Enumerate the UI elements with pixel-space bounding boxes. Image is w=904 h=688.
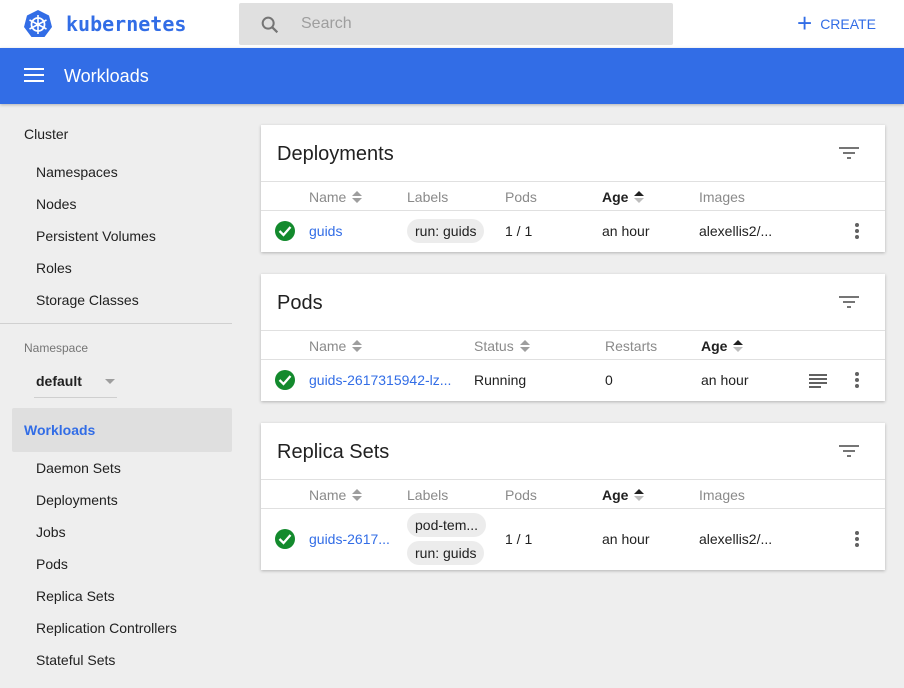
sidebar-divider <box>0 323 232 324</box>
age: an hour <box>602 223 650 239</box>
namespace-select[interactable]: default <box>34 368 117 398</box>
filter-icon[interactable] <box>839 443 859 459</box>
sort-ascending-icon[interactable] <box>634 190 645 204</box>
sort-icon[interactable] <box>519 339 530 353</box>
create-button[interactable]: + CREATE <box>797 8 876 38</box>
sidebar-item-deployments[interactable]: Deployments <box>36 492 118 508</box>
sort-ascending-icon[interactable] <box>634 488 645 502</box>
brand-name[interactable]: kubernetes <box>66 12 186 36</box>
column-header-labels: Labels <box>407 189 449 205</box>
column-header-name[interactable]: Name <box>309 487 363 503</box>
column-header-age[interactable]: Age <box>701 338 744 354</box>
column-header-name[interactable]: Name <box>309 189 363 205</box>
logs-icon[interactable] <box>809 374 827 388</box>
table-row: guids run: guids 1 / 1 an hour alexellis… <box>261 211 885 252</box>
page-title: Workloads <box>64 66 149 86</box>
pod-name-link[interactable]: guids-2617315942-lz... <box>309 372 451 388</box>
dropdown-caret-icon <box>105 379 115 384</box>
column-header-images: Images <box>699 487 745 503</box>
replica-sets-card: Replica Sets Name Labels Pods Age Images… <box>261 423 885 570</box>
label-chip: pod-tem... <box>407 513 487 537</box>
sidebar-item-replica-sets[interactable]: Replica Sets <box>36 588 115 604</box>
column-header-pods: Pods <box>505 189 537 205</box>
sidebar-item-namespaces[interactable]: Namespaces <box>36 164 118 180</box>
card-title: Replica Sets <box>277 441 390 463</box>
sort-ascending-icon[interactable] <box>733 339 744 353</box>
sidebar-item-roles[interactable]: Roles <box>36 260 72 276</box>
label-chip: run: guids <box>407 541 485 565</box>
sidebar: Cluster Namespaces Nodes Persistent Volu… <box>0 104 240 688</box>
sidebar-item-workloads[interactable]: Workloads <box>12 408 232 452</box>
plus-icon: + <box>797 8 813 38</box>
column-header-name[interactable]: Name <box>309 338 363 354</box>
namespace-label: Namespace <box>24 341 89 355</box>
success-check-icon <box>275 370 295 390</box>
table-row: guids-2617... pod-tem... run: guids 1 / … <box>261 509 885 570</box>
deployment-name-link[interactable]: guids <box>309 223 342 239</box>
table-row: guids-2617315942-lz... Running 0 an hour <box>261 360 885 401</box>
column-header-age[interactable]: Age <box>602 487 645 503</box>
hamburger-menu-icon[interactable] <box>24 68 44 84</box>
table-header: Name Labels Pods Age Images <box>261 479 885 509</box>
sidebar-item-replication-controllers[interactable]: Replication Controllers <box>36 620 177 636</box>
sort-icon[interactable] <box>352 339 363 353</box>
success-check-icon <box>275 529 295 549</box>
pod-status: Running <box>474 372 527 388</box>
column-header-labels: Labels <box>407 487 449 503</box>
search-icon <box>261 16 279 34</box>
more-actions-icon[interactable] <box>853 372 861 390</box>
sidebar-item-jobs[interactable]: Jobs <box>36 524 66 540</box>
label-chip: run: guids <box>407 219 485 243</box>
more-actions-icon[interactable] <box>853 223 861 241</box>
images: alexellis2/... <box>699 223 773 239</box>
column-header-images: Images <box>699 189 745 205</box>
card-title: Deployments <box>277 143 394 165</box>
images: alexellis2/... <box>699 531 773 547</box>
top-bar: kubernetes + CREATE <box>0 0 904 48</box>
pods-card: Pods Name Status Restarts Age guids-2617… <box>261 274 885 401</box>
sidebar-item-workloads-label: Workloads <box>24 422 96 438</box>
filter-icon[interactable] <box>839 294 859 310</box>
restarts: 0 <box>605 372 613 388</box>
title-bar: Workloads <box>0 48 904 104</box>
sidebar-item-daemon-sets[interactable]: Daemon Sets <box>36 460 121 476</box>
sidebar-item-pods[interactable]: Pods <box>36 556 68 572</box>
pods-count: 1 / 1 <box>505 223 533 239</box>
namespace-value: default <box>36 373 82 389</box>
success-check-icon <box>275 221 295 241</box>
sidebar-item-nodes[interactable]: Nodes <box>36 196 76 212</box>
age: an hour <box>701 372 749 388</box>
sort-icon[interactable] <box>352 488 363 502</box>
table-header: Name Labels Pods Age Images <box>261 181 885 211</box>
column-header-restarts: Restarts <box>605 338 658 354</box>
kubernetes-logo-icon[interactable] <box>23 9 53 39</box>
sidebar-item-persistent-volumes[interactable]: Persistent Volumes <box>36 228 156 244</box>
table-header: Name Status Restarts Age <box>261 330 885 360</box>
sidebar-item-storage-classes[interactable]: Storage Classes <box>36 292 139 308</box>
search-input[interactable] <box>301 3 661 45</box>
column-header-status[interactable]: Status <box>474 338 530 354</box>
column-header-age[interactable]: Age <box>602 189 645 205</box>
replica-set-name-link[interactable]: guids-2617... <box>309 531 390 547</box>
filter-icon[interactable] <box>839 145 859 161</box>
sidebar-header-cluster[interactable]: Cluster <box>24 126 68 142</box>
search-box[interactable] <box>239 3 673 45</box>
deployments-card: Deployments Name Labels Pods Age Images … <box>261 125 885 252</box>
more-actions-icon[interactable] <box>853 531 861 549</box>
create-label: CREATE <box>820 16 876 32</box>
column-header-pods: Pods <box>505 487 537 503</box>
age: an hour <box>602 531 650 547</box>
pods-count: 1 / 1 <box>505 531 533 547</box>
sidebar-item-stateful-sets[interactable]: Stateful Sets <box>36 652 115 668</box>
card-title: Pods <box>277 292 323 314</box>
sort-icon[interactable] <box>352 190 363 204</box>
